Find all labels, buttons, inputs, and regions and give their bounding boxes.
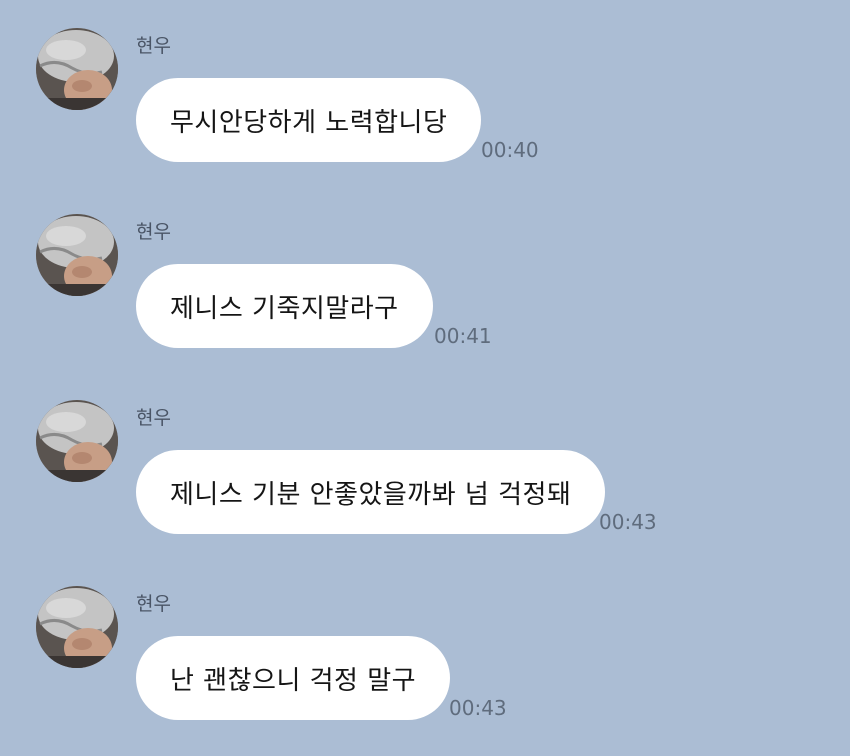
avatar[interactable] bbox=[36, 28, 118, 110]
profile-photo-icon bbox=[36, 214, 118, 296]
profile-photo-icon bbox=[36, 28, 118, 110]
profile-photo-icon bbox=[36, 400, 118, 482]
sender-name: 현우 bbox=[136, 407, 171, 429]
message-timestamp: 00:43 bbox=[449, 696, 507, 720]
sender-name: 현우 bbox=[136, 35, 171, 57]
chat-message: 현우 무시안당하게 노력합니당 00:40 bbox=[0, 28, 850, 198]
message-bubble[interactable]: 난 괜찮으니 걱정 말구 bbox=[136, 636, 451, 720]
avatar[interactable] bbox=[36, 214, 118, 296]
avatar[interactable] bbox=[36, 400, 118, 482]
message-timestamp: 00:41 bbox=[434, 324, 492, 348]
message-timestamp: 00:43 bbox=[599, 510, 657, 534]
chat-message: 현우 난 괜찮으니 걱정 말구 00:43 bbox=[0, 586, 850, 756]
message-timestamp: 00:40 bbox=[481, 138, 539, 162]
profile-photo-icon bbox=[36, 586, 118, 668]
sender-name: 현우 bbox=[136, 593, 171, 615]
chat-message-list[interactable]: 현우 무시안당하게 노력합니당 00:40 현우 제니스 기죽지말라구 00:4… bbox=[0, 0, 850, 739]
chat-message: 현우 제니스 기분 안좋았을까봐 넘 걱정돼 00:43 bbox=[0, 400, 850, 570]
message-bubble[interactable]: 제니스 기죽지말라구 bbox=[136, 264, 433, 348]
sender-name: 현우 bbox=[136, 221, 171, 243]
message-bubble[interactable]: 제니스 기분 안좋았을까봐 넘 걱정돼 bbox=[136, 450, 606, 534]
chat-message: 현우 제니스 기죽지말라구 00:41 bbox=[0, 214, 850, 384]
avatar[interactable] bbox=[36, 586, 118, 668]
message-bubble[interactable]: 무시안당하게 노력합니당 bbox=[136, 78, 482, 162]
